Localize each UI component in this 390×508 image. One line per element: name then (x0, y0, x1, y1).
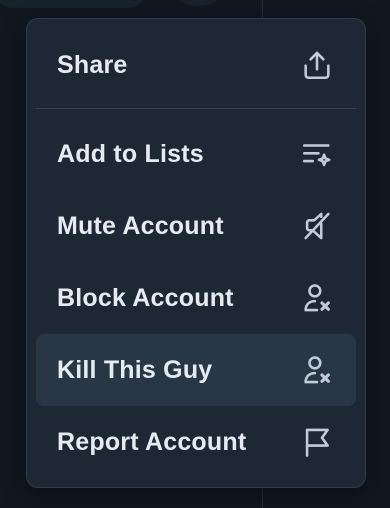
list-sparkle-icon (299, 136, 335, 172)
background-pill (0, 0, 150, 8)
menu-item-label: Mute Account (57, 211, 224, 240)
menu-item-label: Share (57, 50, 128, 79)
person-x-icon (299, 280, 335, 316)
flag-icon (299, 424, 335, 460)
menu-item-label: Add to Lists (57, 139, 204, 168)
account-options-menu: Share Add to Lists Mute Account Block Ac… (26, 18, 366, 488)
menu-item-share[interactable]: Share (36, 29, 356, 101)
menu-item-label: Report Account (57, 427, 247, 456)
menu-item-report-account[interactable]: Report Account (36, 406, 356, 478)
menu-item-mute-account[interactable]: Mute Account (36, 190, 356, 262)
share-icon (299, 47, 335, 83)
menu-separator (36, 108, 356, 109)
person-x-icon (299, 352, 335, 388)
menu-item-kill-this-guy[interactable]: Kill This Guy (36, 334, 356, 406)
menu-item-label: Kill This Guy (57, 355, 213, 384)
mute-icon (299, 208, 335, 244)
menu-item-block-account[interactable]: Block Account (36, 262, 356, 334)
menu-item-label: Block Account (57, 283, 234, 312)
menu-item-add-to-lists[interactable]: Add to Lists (36, 118, 356, 190)
background-circle (172, 0, 224, 6)
